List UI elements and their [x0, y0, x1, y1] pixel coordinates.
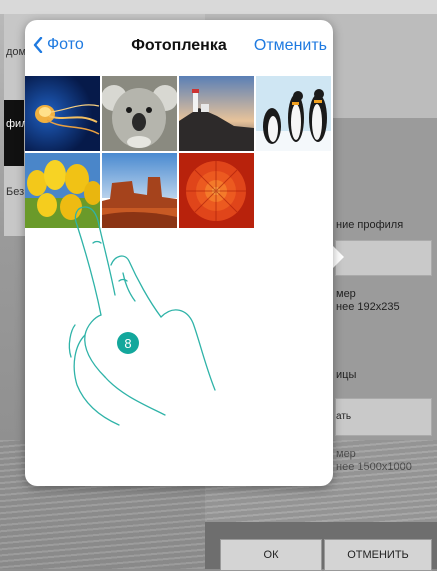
back-to-photos-button[interactable]: Фото	[33, 36, 84, 54]
photo-penguins[interactable]	[256, 76, 331, 151]
photo-lighthouse[interactable]	[179, 76, 254, 151]
page-image-label: ицы	[336, 369, 357, 381]
profile-image-field	[335, 240, 432, 276]
chevron-left-icon	[33, 37, 43, 53]
cancel-button[interactable]: ОТМЕНИТЬ	[324, 539, 432, 571]
background-top	[0, 0, 437, 14]
background-left-text-3: Без	[6, 186, 25, 198]
ok-button[interactable]: ОК	[220, 539, 322, 571]
popover-nav-bar: Фото Фотопленка Отменить	[25, 20, 333, 72]
background-left-text-1: дом	[6, 46, 27, 58]
page-image-field: ать	[335, 398, 432, 436]
profile-size-label: мер нее 192x235	[336, 288, 400, 313]
photo-jellyfish[interactable]	[25, 76, 100, 151]
photo-picker-popover: Фото Фотопленка Отменить 8	[25, 20, 333, 486]
popover-cancel-button[interactable]: Отменить	[254, 37, 327, 55]
profile-image-label: ние профиля	[336, 219, 404, 231]
back-button-label: Фото	[47, 36, 84, 53]
popover-arrow	[332, 245, 344, 269]
background-left-dark-block	[4, 100, 24, 166]
step-badge: 8	[117, 332, 139, 354]
page-image-button-label: ать	[336, 411, 352, 422]
photo-koala[interactable]	[102, 76, 177, 151]
hand-pointer-icon	[68, 206, 216, 426]
